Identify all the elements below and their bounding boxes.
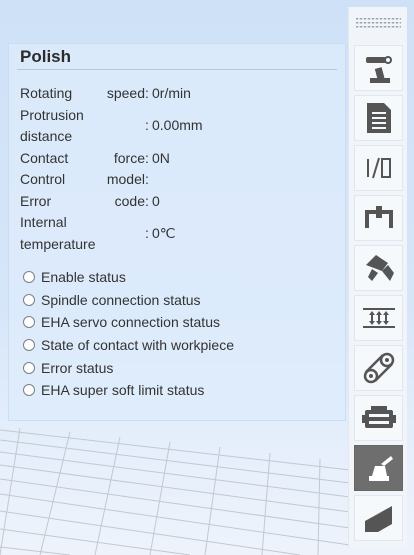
row-error-code: Error code : 0 [20, 191, 340, 213]
tool-polish[interactable] [354, 445, 403, 491]
colon: : [145, 85, 149, 101]
label-part: Rotating [20, 85, 73, 101]
tool-end-effector[interactable] [354, 245, 403, 291]
colon: : [145, 192, 149, 209]
row-protrusion-distance: Protrusion distance : 0.00mm [20, 105, 340, 148]
polish-tool-icon [368, 456, 393, 481]
tool-robot-arm[interactable] [354, 45, 403, 91]
tool-gripper[interactable] [354, 195, 403, 241]
status-label: EHA super soft limit status [41, 382, 205, 399]
right-toolbar [348, 7, 407, 548]
status-list: Enable status Spindle connection status … [23, 266, 234, 402]
tool-io[interactable] [354, 145, 403, 191]
value-contact-force: 0N [152, 149, 170, 166]
status-item: EHA servo connection status [23, 311, 234, 334]
label-part: code [114, 192, 145, 209]
colon: : [145, 117, 149, 134]
robot-arm-icon [365, 56, 392, 83]
tool-motor[interactable] [354, 395, 403, 441]
status-label: Error status [41, 359, 114, 376]
toolbar-drag-handle[interactable] [356, 16, 401, 30]
row-rotating-speed: Rotating speed : 0r/min [20, 83, 340, 105]
status-indicator-radio [23, 361, 35, 374]
colon: : [145, 224, 149, 241]
row-control-model: Control model : [20, 169, 340, 191]
status-item: State of contact with workpiece [23, 334, 234, 357]
label-part: Internal [20, 214, 67, 230]
value-internal-temperature: 0℃ [152, 224, 176, 241]
tool-chain[interactable] [354, 345, 403, 391]
status-item: Enable status [23, 266, 234, 289]
value-error-code: 0 [152, 192, 160, 209]
row-contact-force: Contact force : 0N [20, 148, 340, 170]
colon: : [145, 171, 149, 187]
status-label: State of contact with workpiece [41, 337, 234, 354]
label-part: Protrusion [20, 106, 84, 123]
tool-document[interactable] [354, 95, 403, 141]
document-icon [366, 103, 391, 133]
panel-title: Polish [20, 47, 72, 66]
label-part: speed [106, 85, 145, 101]
status-indicator-radio [23, 271, 35, 284]
info-table: Rotating speed : 0r/min Protrusion dista… [20, 83, 340, 255]
value-protrusion-distance: 0.00mm [152, 117, 203, 134]
tool-conveyor[interactable] [354, 295, 403, 341]
label-part: model [106, 171, 145, 187]
status-label: Enable status [41, 269, 126, 286]
coordinate-icon [364, 506, 392, 532]
label-part: distance [20, 128, 73, 144]
polish-panel: Polish Rotating speed : 0r/min Protrusio… [8, 43, 346, 421]
status-item: Spindle connection status [23, 289, 234, 312]
status-indicator-radio [23, 316, 35, 329]
status-item: Error status [23, 356, 234, 379]
status-indicator-radio [23, 339, 35, 352]
gripper-icon [364, 206, 393, 228]
motor-icon [361, 406, 396, 428]
value-rotating-speed: 0r/min [152, 85, 191, 101]
tool-coordinate[interactable] [354, 495, 403, 541]
label-part: force [113, 149, 145, 166]
label-part: Error [20, 192, 52, 209]
label-part: Contact [20, 149, 69, 166]
chain-icon [363, 352, 394, 384]
status-indicator-radio [23, 384, 35, 397]
status-item: EHA super soft limit status [23, 379, 234, 402]
conveyor-icon [362, 308, 395, 328]
status-label: EHA servo connection status [41, 314, 220, 331]
label-part: Control [20, 171, 66, 187]
grip-icon [356, 16, 401, 30]
status-label: Spindle connection status [41, 291, 201, 308]
label-part: temperature [20, 235, 96, 252]
title-divider [17, 69, 337, 70]
row-internal-temperature: Internal temperature : 0℃ [20, 212, 340, 255]
status-indicator-radio [23, 293, 35, 306]
end-effector-icon [365, 255, 394, 281]
io-icon [366, 157, 391, 179]
colon: : [145, 149, 149, 166]
